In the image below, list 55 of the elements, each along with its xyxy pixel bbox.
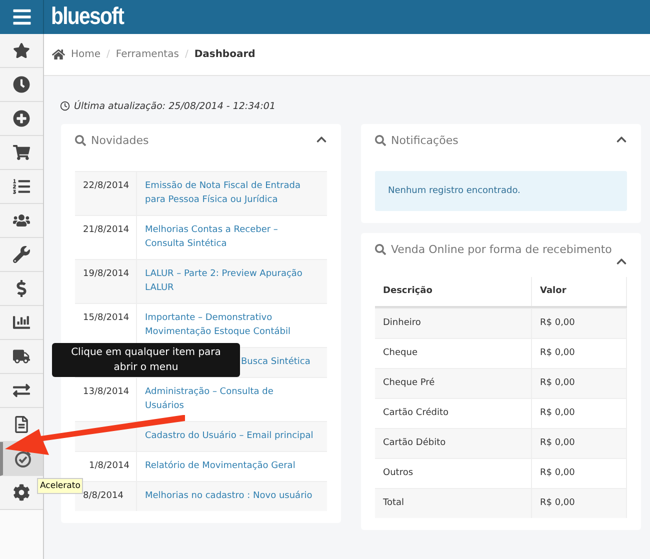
collapse-icon: [616, 134, 627, 145]
sidebar-item[interactable]: [0, 238, 43, 272]
sidebar-item[interactable]: [0, 306, 43, 340]
search-icon: [75, 135, 86, 146]
last-update-text: Última atualização: 25/08/2014 - 12:34:01: [74, 100, 276, 112]
gauge-icon: [14, 450, 32, 468]
news-link[interactable]: Administração – Consulta de Usuários: [137, 378, 325, 421]
sidebar-item[interactable]: [0, 68, 43, 102]
search-icon: [375, 244, 386, 255]
clock-icon: [13, 76, 30, 93]
panel-title: Venda Online por forma de recebimento: [391, 243, 612, 256]
table-cell: Total: [375, 489, 532, 518]
tooltip: Clique em qualquer item para abrir o menu: [52, 343, 240, 377]
sidebar-item[interactable]: [0, 102, 43, 136]
collapse-icon: [616, 256, 627, 267]
column-header: Descrição: [375, 277, 532, 306]
table-cell: R$ 0,00: [532, 489, 627, 518]
collapse-icon: [316, 134, 327, 145]
bar-chart-icon: [13, 314, 30, 331]
breadcrumb-link[interactable]: Home: [71, 49, 101, 60]
wrench-icon: [13, 246, 30, 263]
news-link[interactable]: Melhorias Contas a Receber – Consulta Sintética: [137, 216, 325, 259]
panel-title: Novidades: [91, 134, 149, 147]
news-link[interactable]: Relatório de Movimentação Geral: [137, 452, 325, 481]
news-link[interactable]: Melhorias no cadastro : Novo usuário: [137, 482, 325, 511]
breadcrumb-link[interactable]: Dashboard: [194, 49, 256, 60]
breadcrumb-link[interactable]: Ferramentas: [116, 49, 179, 60]
sidebar-item[interactable]: [0, 204, 43, 238]
news-link[interactable]: Emissão de Nota Fiscal de Entrada para Pessoa Física ou Jurídica: [137, 172, 325, 215]
users-icon: [13, 212, 30, 229]
search-icon: [375, 135, 386, 146]
cart-icon: [13, 144, 30, 161]
column-header: Valor: [532, 277, 627, 306]
menu-icon: [12, 7, 32, 27]
panel-title: Notificações: [391, 134, 458, 147]
sidebar-item[interactable]: [0, 340, 43, 374]
truck-icon: [13, 348, 30, 365]
sidebar-item[interactable]: [0, 170, 43, 204]
home-icon: [52, 48, 65, 61]
breadcrumb-separator: /: [106, 49, 110, 60]
document-icon: [13, 416, 30, 433]
sidebar-item[interactable]: [0, 374, 43, 408]
sidebar-item[interactable]: [0, 34, 43, 68]
star-icon: [13, 42, 30, 59]
settings-icon: [13, 484, 30, 501]
numbered-list-icon: [13, 178, 30, 195]
brand-logo: bluesoft: [51, 3, 124, 31]
empty-alert: Nenhum registro encontrado.: [375, 171, 627, 211]
arrows-icon: [13, 382, 30, 399]
sidebar-item[interactable]: [0, 136, 43, 170]
news-link[interactable]: LALUR – Parte 2: Preview Apuração LALUR: [137, 260, 325, 303]
hover-tooltip: Acelerato: [37, 478, 84, 494]
breadcrumb-separator: /: [184, 49, 188, 60]
clock-icon: [60, 101, 70, 111]
sidebar-item[interactable]: [0, 272, 43, 306]
